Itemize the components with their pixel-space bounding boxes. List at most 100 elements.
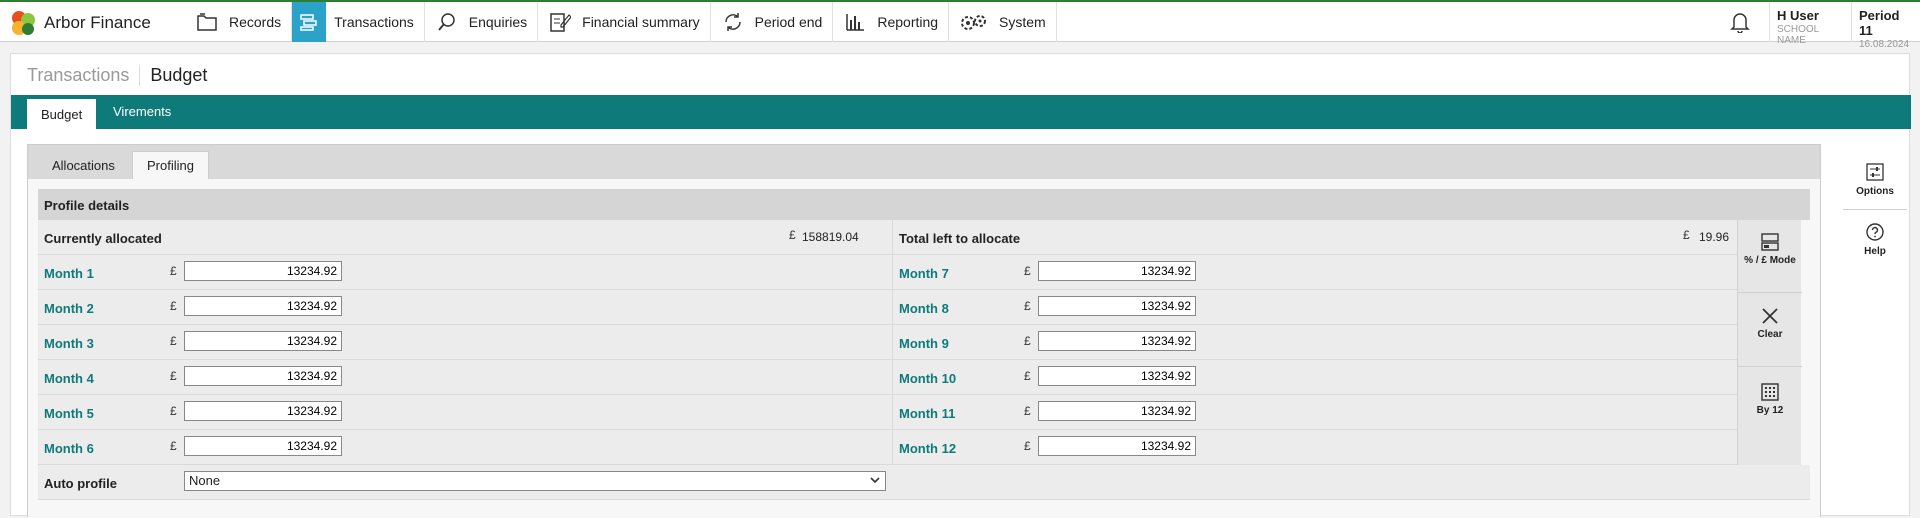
month-6-input[interactable] [184, 436, 342, 456]
month-3-input[interactable] [184, 331, 342, 351]
tab-allocations[interactable]: Allocations [38, 151, 129, 179]
profile-details-heading: Profile details [38, 189, 1810, 220]
tab-virements[interactable]: Virements [99, 95, 185, 127]
nav-transactions[interactable]: Transactions [292, 2, 425, 42]
user-menu[interactable]: H User SCHOOL NAME [1770, 2, 1852, 46]
auto-profile-row: Auto profile None [38, 465, 1810, 500]
main-nav: Records Transactions Enquiries Financial… [185, 2, 1057, 42]
nav-financial-summary[interactable]: Financial summary [538, 2, 711, 42]
close-icon [1738, 306, 1802, 326]
currency-symbol: £ [789, 228, 796, 242]
user-name: H User [1777, 8, 1819, 23]
month-row: Month 6 £ Month 12 £ [38, 430, 1746, 465]
mode-toggle-label: % / £ Mode [1744, 255, 1796, 266]
nav-records-label: Records [229, 14, 282, 30]
divider [1738, 366, 1802, 367]
month-12-input[interactable] [1038, 436, 1196, 456]
options-icon [1843, 162, 1907, 182]
mode-toggle-icon [1738, 232, 1802, 252]
nav-enquiries[interactable]: Enquiries [425, 2, 539, 42]
month-10-input[interactable] [1038, 366, 1196, 386]
arbor-logo-icon [12, 11, 35, 35]
month-11-input[interactable] [1038, 401, 1196, 421]
notifications-button[interactable] [1710, 2, 1770, 42]
cycle-icon [721, 10, 745, 34]
auto-profile-value: None [189, 473, 221, 488]
currency-symbol: £ [170, 299, 177, 313]
column-divider [892, 430, 893, 465]
page-content: Transactions Budget Budget Virements All… [10, 53, 1911, 518]
currency-symbol: £ [1024, 369, 1031, 383]
currency-symbol: £ [170, 369, 177, 383]
month-row: Month 4 £ Month 10 £ [38, 360, 1746, 395]
month-9-input[interactable] [1038, 331, 1196, 351]
month-label: Month 6 [44, 441, 94, 456]
month-7-input[interactable] [1038, 261, 1196, 281]
month-4-input[interactable] [184, 366, 342, 386]
auto-profile-select[interactable]: None [184, 471, 886, 491]
budget-panel: Allocations Profiling Profile details Cu… [27, 144, 1821, 518]
gears-icon [959, 10, 989, 34]
currency-symbol: £ [1024, 299, 1031, 313]
month-label: Month 1 [44, 266, 94, 281]
total-left-value: 19.96 [1699, 230, 1730, 244]
by-12-button[interactable]: By 12 [1738, 382, 1802, 416]
summary-row: Currently allocated £ 158819.04 Total le… [38, 220, 1746, 255]
month-1-input[interactable] [184, 261, 342, 281]
nav-reporting[interactable]: Reporting [833, 2, 950, 42]
mode-toggle-button[interactable]: % / £ Mode [1738, 232, 1802, 266]
nav-financial-summary-label: Financial summary [582, 14, 700, 30]
month-row: Month 3 £ Month 9 £ [38, 325, 1746, 360]
month-2-input[interactable] [184, 296, 342, 316]
breadcrumb[interactable]: Transactions [27, 64, 141, 86]
currency-symbol: £ [170, 404, 177, 418]
options-label: Options [1856, 186, 1894, 197]
month-label: Month 11 [899, 406, 956, 421]
currency-symbol: £ [170, 334, 177, 348]
user-area: H User SCHOOL NAME Period 11 16.08.2024 [1710, 2, 1920, 50]
month-row: Month 5 £ Month 11 £ [38, 395, 1746, 430]
currency-symbol: £ [170, 264, 177, 278]
currency-symbol: £ [170, 439, 177, 453]
transactions-icon [292, 2, 327, 42]
search-icon [435, 10, 459, 34]
column-divider [892, 220, 893, 255]
currency-symbol: £ [1024, 404, 1031, 418]
month-label: Month 2 [44, 301, 94, 316]
month-label: Month 10 [899, 371, 957, 386]
period-selector[interactable]: Period 11 16.08.2024 [1852, 2, 1920, 50]
grid-icon [1738, 382, 1802, 402]
month-8-input[interactable] [1038, 296, 1196, 316]
nav-period-end[interactable]: Period end [711, 2, 834, 42]
month-label: Month 4 [44, 371, 94, 386]
help-button[interactable]: Help [1843, 214, 1907, 265]
currency-symbol: £ [1024, 264, 1031, 278]
total-left-label: Total left to allocate [899, 231, 1021, 246]
options-button[interactable]: Options [1843, 154, 1907, 205]
month-label: Month 9 [899, 336, 949, 351]
main-tab-bar: Budget Virements [11, 95, 1911, 129]
tab-budget[interactable]: Budget [27, 99, 97, 129]
currency-symbol: £ [1024, 439, 1031, 453]
month-label: Month 7 [899, 266, 949, 281]
nav-records[interactable]: Records [185, 2, 293, 42]
brand[interactable]: Arbor Finance [9, 9, 151, 37]
clear-label: Clear [1757, 329, 1783, 340]
page-header: Transactions Budget [27, 63, 207, 87]
nav-system[interactable]: System [949, 2, 1057, 42]
auto-profile-label: Auto profile [44, 476, 117, 491]
tab-profiling[interactable]: Profiling [132, 151, 209, 179]
column-divider [892, 360, 893, 395]
month-5-input[interactable] [184, 401, 342, 421]
profile-actions: % / £ Mode Clear By 12 [1737, 220, 1802, 465]
currently-allocated-label: Currently allocated [44, 231, 162, 246]
column-divider [892, 395, 893, 430]
nav-system-label: System [999, 14, 1046, 30]
right-rail: Options Help [1843, 154, 1907, 265]
page-title: Budget [150, 64, 208, 85]
column-divider [892, 255, 893, 290]
clear-button[interactable]: Clear [1738, 306, 1802, 340]
divider [1843, 209, 1907, 210]
currently-allocated-value: 158819.04 [802, 230, 859, 244]
bell-icon [1729, 13, 1750, 33]
